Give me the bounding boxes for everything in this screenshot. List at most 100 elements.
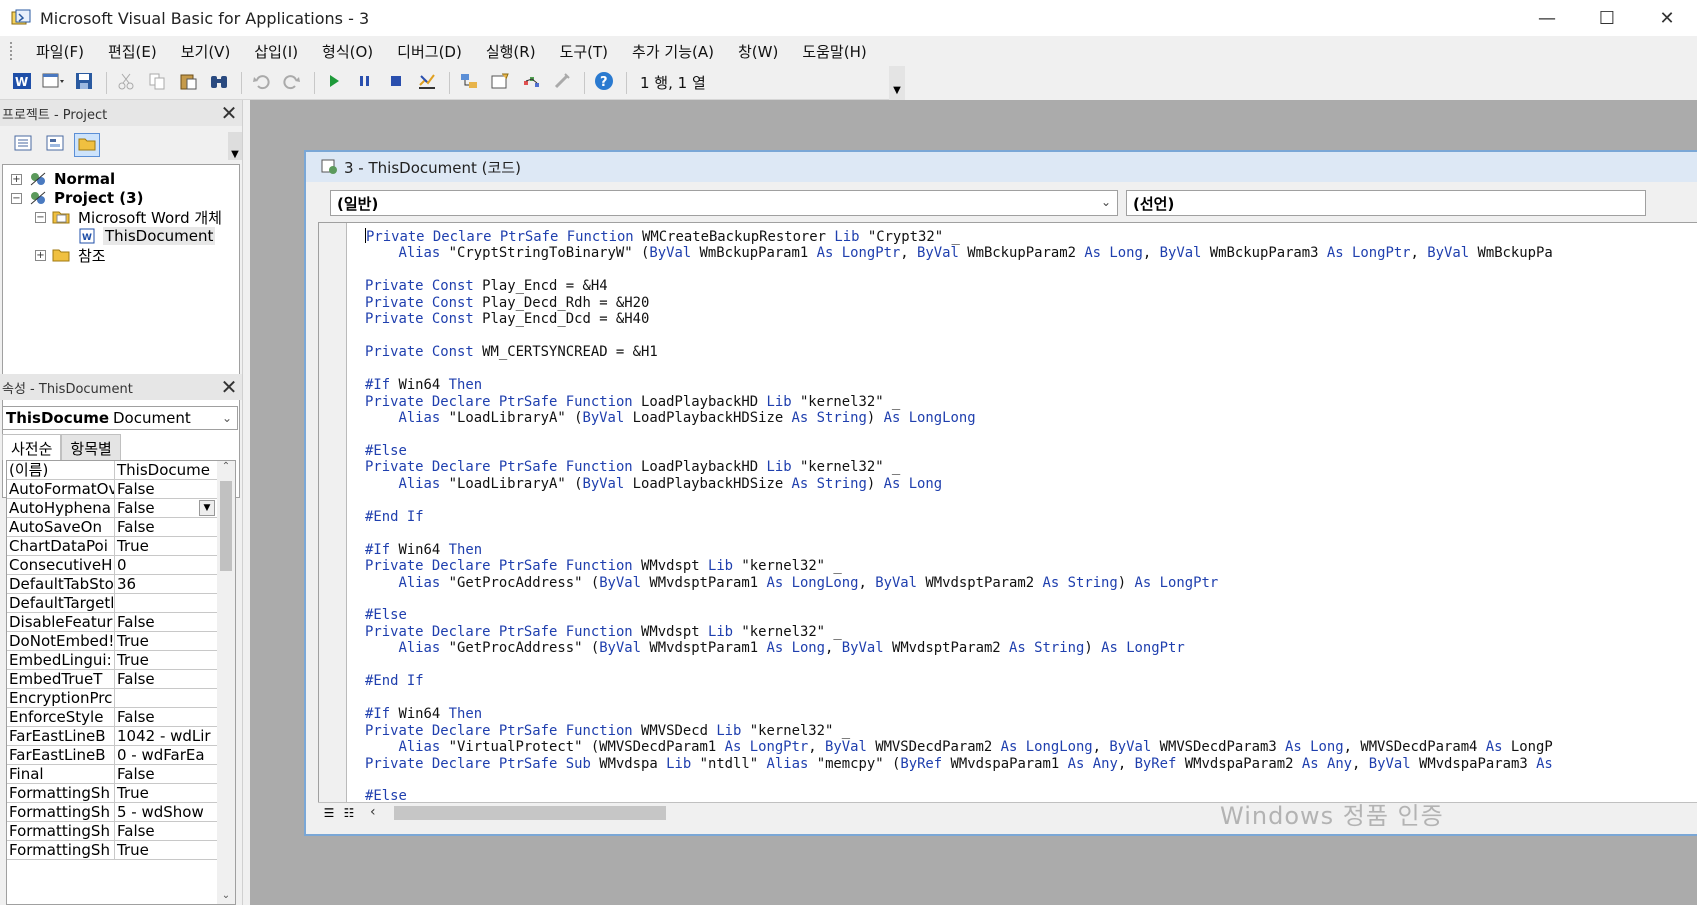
toggle-folders-button[interactable] <box>74 133 100 157</box>
property-value[interactable]: True <box>115 537 217 555</box>
expand-icon[interactable]: + <box>35 249 46 261</box>
pane-splitter[interactable] <box>242 100 250 905</box>
toolbox-button[interactable] <box>548 70 576 96</box>
tree-node-word-objects[interactable]: − Microsoft Word 개체 <box>35 207 222 227</box>
property-value[interactable]: ThisDocume <box>115 461 217 479</box>
code-text[interactable]: Private Declare PtrSafe Function WMCreat… <box>365 228 1553 802</box>
toolbar-options-button[interactable]: ▼ <box>889 66 905 100</box>
menu-format[interactable]: 형식(O) <box>310 41 385 62</box>
object-combo[interactable]: (일반) ⌄ <box>330 190 1118 216</box>
pane-scroll-tab[interactable]: ▼ <box>228 132 242 160</box>
hscroll-thumb[interactable] <box>394 806 666 820</box>
scroll-thumb[interactable] <box>220 481 232 571</box>
reset-button[interactable] <box>382 70 410 96</box>
project-pane-close-button[interactable]: ✕ <box>218 101 240 125</box>
property-row[interactable]: EncryptionPrc <box>7 689 235 708</box>
property-value[interactable]: 0 - wdFarEa <box>115 746 217 764</box>
collapse-icon[interactable]: − <box>35 211 46 223</box>
property-value[interactable]: False <box>115 822 217 840</box>
menu-window[interactable]: 창(W) <box>726 41 790 62</box>
scroll-down-icon[interactable]: ⌄ <box>217 890 235 904</box>
property-value[interactable]: True <box>115 632 217 650</box>
property-row[interactable]: ConsecutiveH 0 <box>7 556 235 575</box>
break-button[interactable] <box>351 70 379 96</box>
copy-button[interactable] <box>143 70 171 96</box>
margin-indicator-bar[interactable] <box>319 223 347 802</box>
minimize-button[interactable]: — <box>1517 0 1577 36</box>
property-value[interactable]: False ▼ <box>115 499 217 517</box>
object-browser-button[interactable] <box>517 70 545 96</box>
menu-insert[interactable]: 삽입(I) <box>242 41 310 62</box>
properties-scrollbar[interactable]: ⌃ ⌄ <box>217 461 235 904</box>
close-button[interactable]: ✕ <box>1637 0 1697 36</box>
property-value[interactable]: False <box>115 480 217 498</box>
save-button[interactable] <box>70 70 98 96</box>
cut-button[interactable] <box>112 70 140 96</box>
menu-run[interactable]: 실행(R) <box>474 41 548 62</box>
full-module-view-button[interactable]: ☷ <box>340 805 358 821</box>
dropdown-arrow-icon[interactable]: ▼ <box>199 500 215 516</box>
collapse-icon[interactable]: − <box>11 192 22 204</box>
property-row[interactable]: DoNotEmbed! True <box>7 632 235 651</box>
horizontal-scrollbar[interactable]: ☰ ☷ ‹ <box>318 802 1697 822</box>
property-row[interactable]: FormattingSh True <box>7 841 235 860</box>
menu-grip[interactable] <box>10 42 14 60</box>
menu-help[interactable]: 도움말(H) <box>790 41 878 62</box>
scroll-left-icon[interactable]: ‹ <box>370 804 376 820</box>
property-value[interactable]: False <box>115 708 217 726</box>
tree-node-normal[interactable]: + Normal <box>11 169 115 189</box>
procedure-combo[interactable]: (선언) <box>1126 190 1646 216</box>
properties-pane-close-button[interactable]: ✕ <box>218 375 240 399</box>
property-row[interactable]: DefaultTabSto 36 <box>7 575 235 594</box>
property-row[interactable]: EmbedTrueT False <box>7 670 235 689</box>
procedure-view-button[interactable]: ☰ <box>320 805 338 821</box>
redo-button[interactable] <box>278 70 306 96</box>
tree-node-thisdocument[interactable]: W ThisDocument <box>77 226 216 246</box>
menu-tools[interactable]: 도구(T) <box>548 41 620 62</box>
property-row[interactable]: EmbedLingui: True <box>7 651 235 670</box>
property-value[interactable]: False <box>115 613 217 631</box>
menu-file[interactable]: 파일(F) <box>24 41 96 62</box>
property-value[interactable] <box>115 594 217 612</box>
view-object-button[interactable] <box>42 133 68 157</box>
menu-addins[interactable]: 추가 기능(A) <box>620 41 726 62</box>
property-value[interactable]: False <box>115 670 217 688</box>
find-button[interactable] <box>205 70 233 96</box>
property-value[interactable] <box>115 689 217 707</box>
tree-node-references[interactable]: + 참조 <box>35 245 106 265</box>
menu-debug[interactable]: 디버그(D) <box>385 41 474 62</box>
design-mode-button[interactable] <box>413 70 441 96</box>
property-value[interactable]: True <box>115 784 217 802</box>
property-row[interactable]: AutoSaveOn False <box>7 518 235 537</box>
property-row[interactable]: AutoFormatOv False <box>7 480 235 499</box>
property-value[interactable]: 1042 - wdLir <box>115 727 217 745</box>
properties-object-select[interactable]: ThisDocume Document ⌄ <box>2 406 238 430</box>
scroll-up-icon[interactable]: ⌃ <box>217 461 235 477</box>
view-code-button[interactable] <box>10 133 36 157</box>
property-value[interactable]: 0 <box>115 556 217 574</box>
property-row[interactable]: FarEastLineB 0 - wdFarEa <box>7 746 235 765</box>
tree-node-project[interactable]: − Project (3) <box>11 188 143 208</box>
menu-view[interactable]: 보기(V) <box>169 41 243 62</box>
property-row[interactable]: DisableFeatur False <box>7 613 235 632</box>
expand-icon[interactable]: + <box>11 173 22 185</box>
help-button[interactable]: ? <box>590 70 618 96</box>
property-row[interactable]: FormattingSh False <box>7 822 235 841</box>
property-value[interactable]: False <box>115 765 217 783</box>
tab-alphabetic[interactable]: 사전순 <box>2 434 62 460</box>
property-value[interactable]: 36 <box>115 575 217 593</box>
menu-edit[interactable]: 편집(E) <box>96 41 169 62</box>
property-row[interactable]: EnforceStyle False <box>7 708 235 727</box>
insert-userform-button[interactable] <box>39 70 67 96</box>
code-editor[interactable]: Private Declare PtrSafe Function WMCreat… <box>318 222 1697 802</box>
paste-button[interactable] <box>174 70 202 96</box>
property-row[interactable]: AutoHyphena False ▼ <box>7 499 235 518</box>
property-row[interactable]: Final False <box>7 765 235 784</box>
tab-categorized[interactable]: 항목별 <box>61 434 121 460</box>
properties-window-button[interactable] <box>486 70 514 96</box>
property-value[interactable]: False <box>115 518 217 536</box>
property-value[interactable]: True <box>115 651 217 669</box>
project-explorer-button[interactable] <box>455 70 483 96</box>
maximize-button[interactable]: ☐ <box>1577 0 1637 36</box>
property-value[interactable]: 5 - wdShow <box>115 803 217 821</box>
